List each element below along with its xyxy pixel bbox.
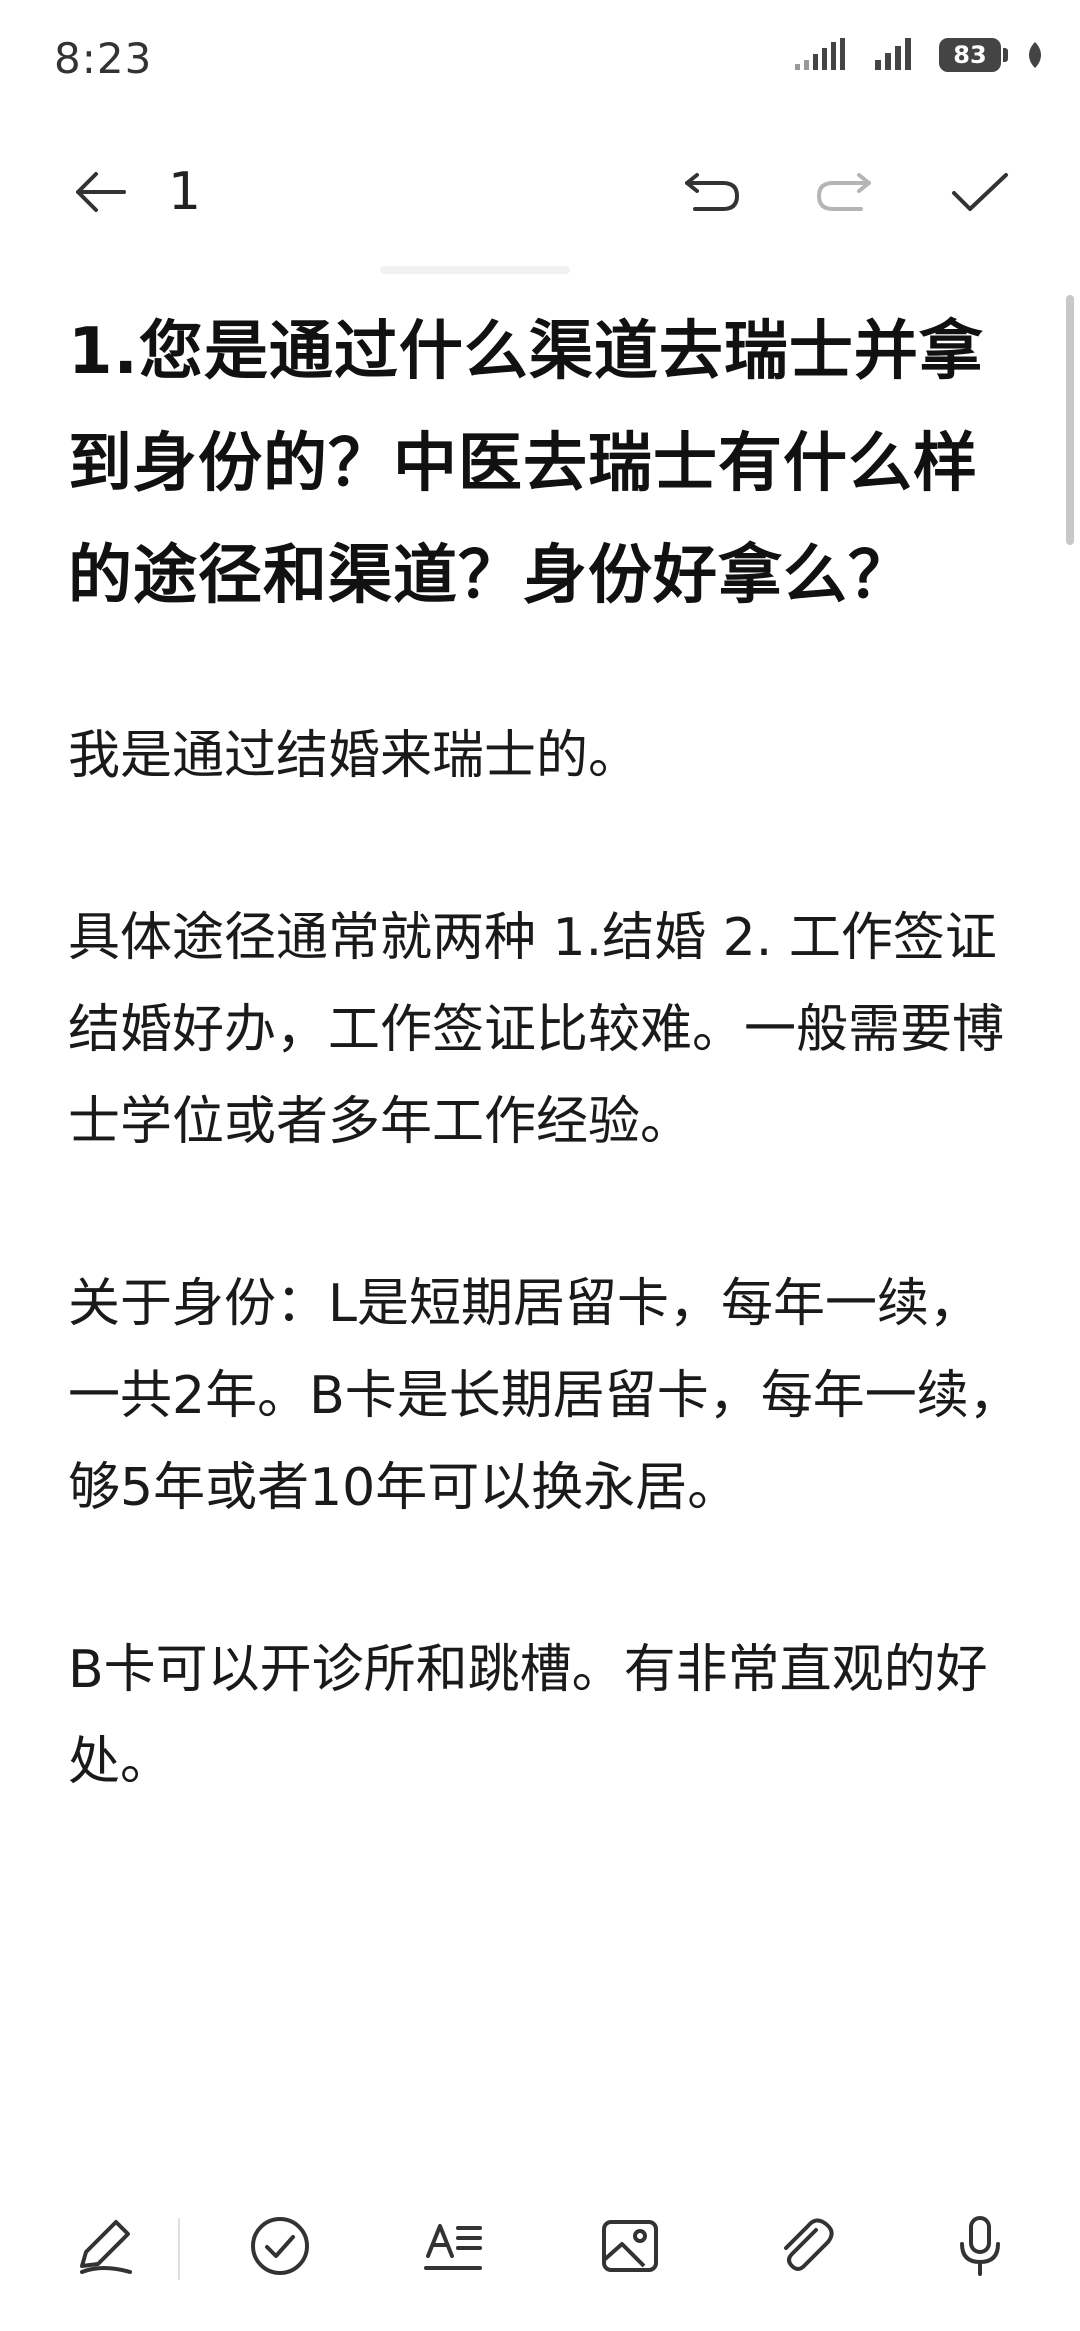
- text-format-button[interactable]: [418, 2210, 490, 2282]
- signal-icon: [795, 38, 845, 70]
- bottom-toolbar: [0, 2180, 1080, 2310]
- check-circle-icon: [251, 2217, 309, 2275]
- microphone-icon: [960, 2216, 1000, 2276]
- paperclip-icon: [784, 2218, 834, 2271]
- paragraph-3: 关于身份：L是短期居留卡，每年一续，一共2年。B卡是长期居留卡，每年一续，够5年…: [68, 1274, 1021, 1518]
- leaf-icon: [1029, 42, 1041, 68]
- pen-button[interactable]: [68, 2210, 140, 2282]
- note-title[interactable]: 1: [168, 162, 201, 222]
- battery-level: 83: [953, 41, 987, 69]
- paragraph-1: 我是通过结婚来瑞士的。: [68, 726, 641, 786]
- editor-toolbar: 1: [0, 130, 1080, 250]
- undo-icon: [685, 173, 740, 211]
- drag-handle[interactable]: [380, 266, 570, 274]
- status-time: 8:23: [54, 34, 153, 83]
- status-bar: 8:23 83: [0, 0, 1080, 120]
- back-button[interactable]: [68, 160, 132, 224]
- paragraph-2: 具体途径通常就两种 1.结婚 2. 工作签证 结婚好办，工作签证比较难。一般需要…: [68, 908, 1005, 1152]
- signal-icon-2: [875, 38, 911, 70]
- toolbar-divider: [178, 2218, 180, 2280]
- redo-button[interactable]: [812, 160, 876, 224]
- note-heading: 1.您是通过什么渠道去瑞士并拿到身份的？中医去瑞士有什么样的途径和渠道？身份好拿…: [68, 315, 984, 613]
- pen-icon: [80, 2220, 132, 2274]
- done-button[interactable]: [948, 160, 1012, 224]
- insert-image-button[interactable]: [594, 2210, 666, 2282]
- scrollbar[interactable]: [1066, 295, 1074, 545]
- paragraph-4: B卡可以开诊所和跳槽。有非常直观的好处。: [68, 1640, 988, 1792]
- attachment-button[interactable]: [770, 2210, 842, 2282]
- checkmark-icon: [952, 173, 1008, 211]
- redo-icon: [816, 173, 871, 211]
- arrow-left-icon: [76, 172, 126, 212]
- checklist-button[interactable]: [244, 2210, 316, 2282]
- text-format-icon: [424, 2224, 482, 2270]
- image-icon: [602, 2220, 658, 2272]
- battery-icon: 83: [939, 38, 1008, 72]
- note-body[interactable]: 1.您是通过什么渠道去瑞士并拿到身份的？中医去瑞士有什么样的途径和渠道？身份好拿…: [68, 296, 1028, 1808]
- voice-input-button[interactable]: [944, 2210, 1016, 2282]
- status-icons: 83: [795, 38, 1044, 72]
- undo-button[interactable]: [680, 160, 744, 224]
